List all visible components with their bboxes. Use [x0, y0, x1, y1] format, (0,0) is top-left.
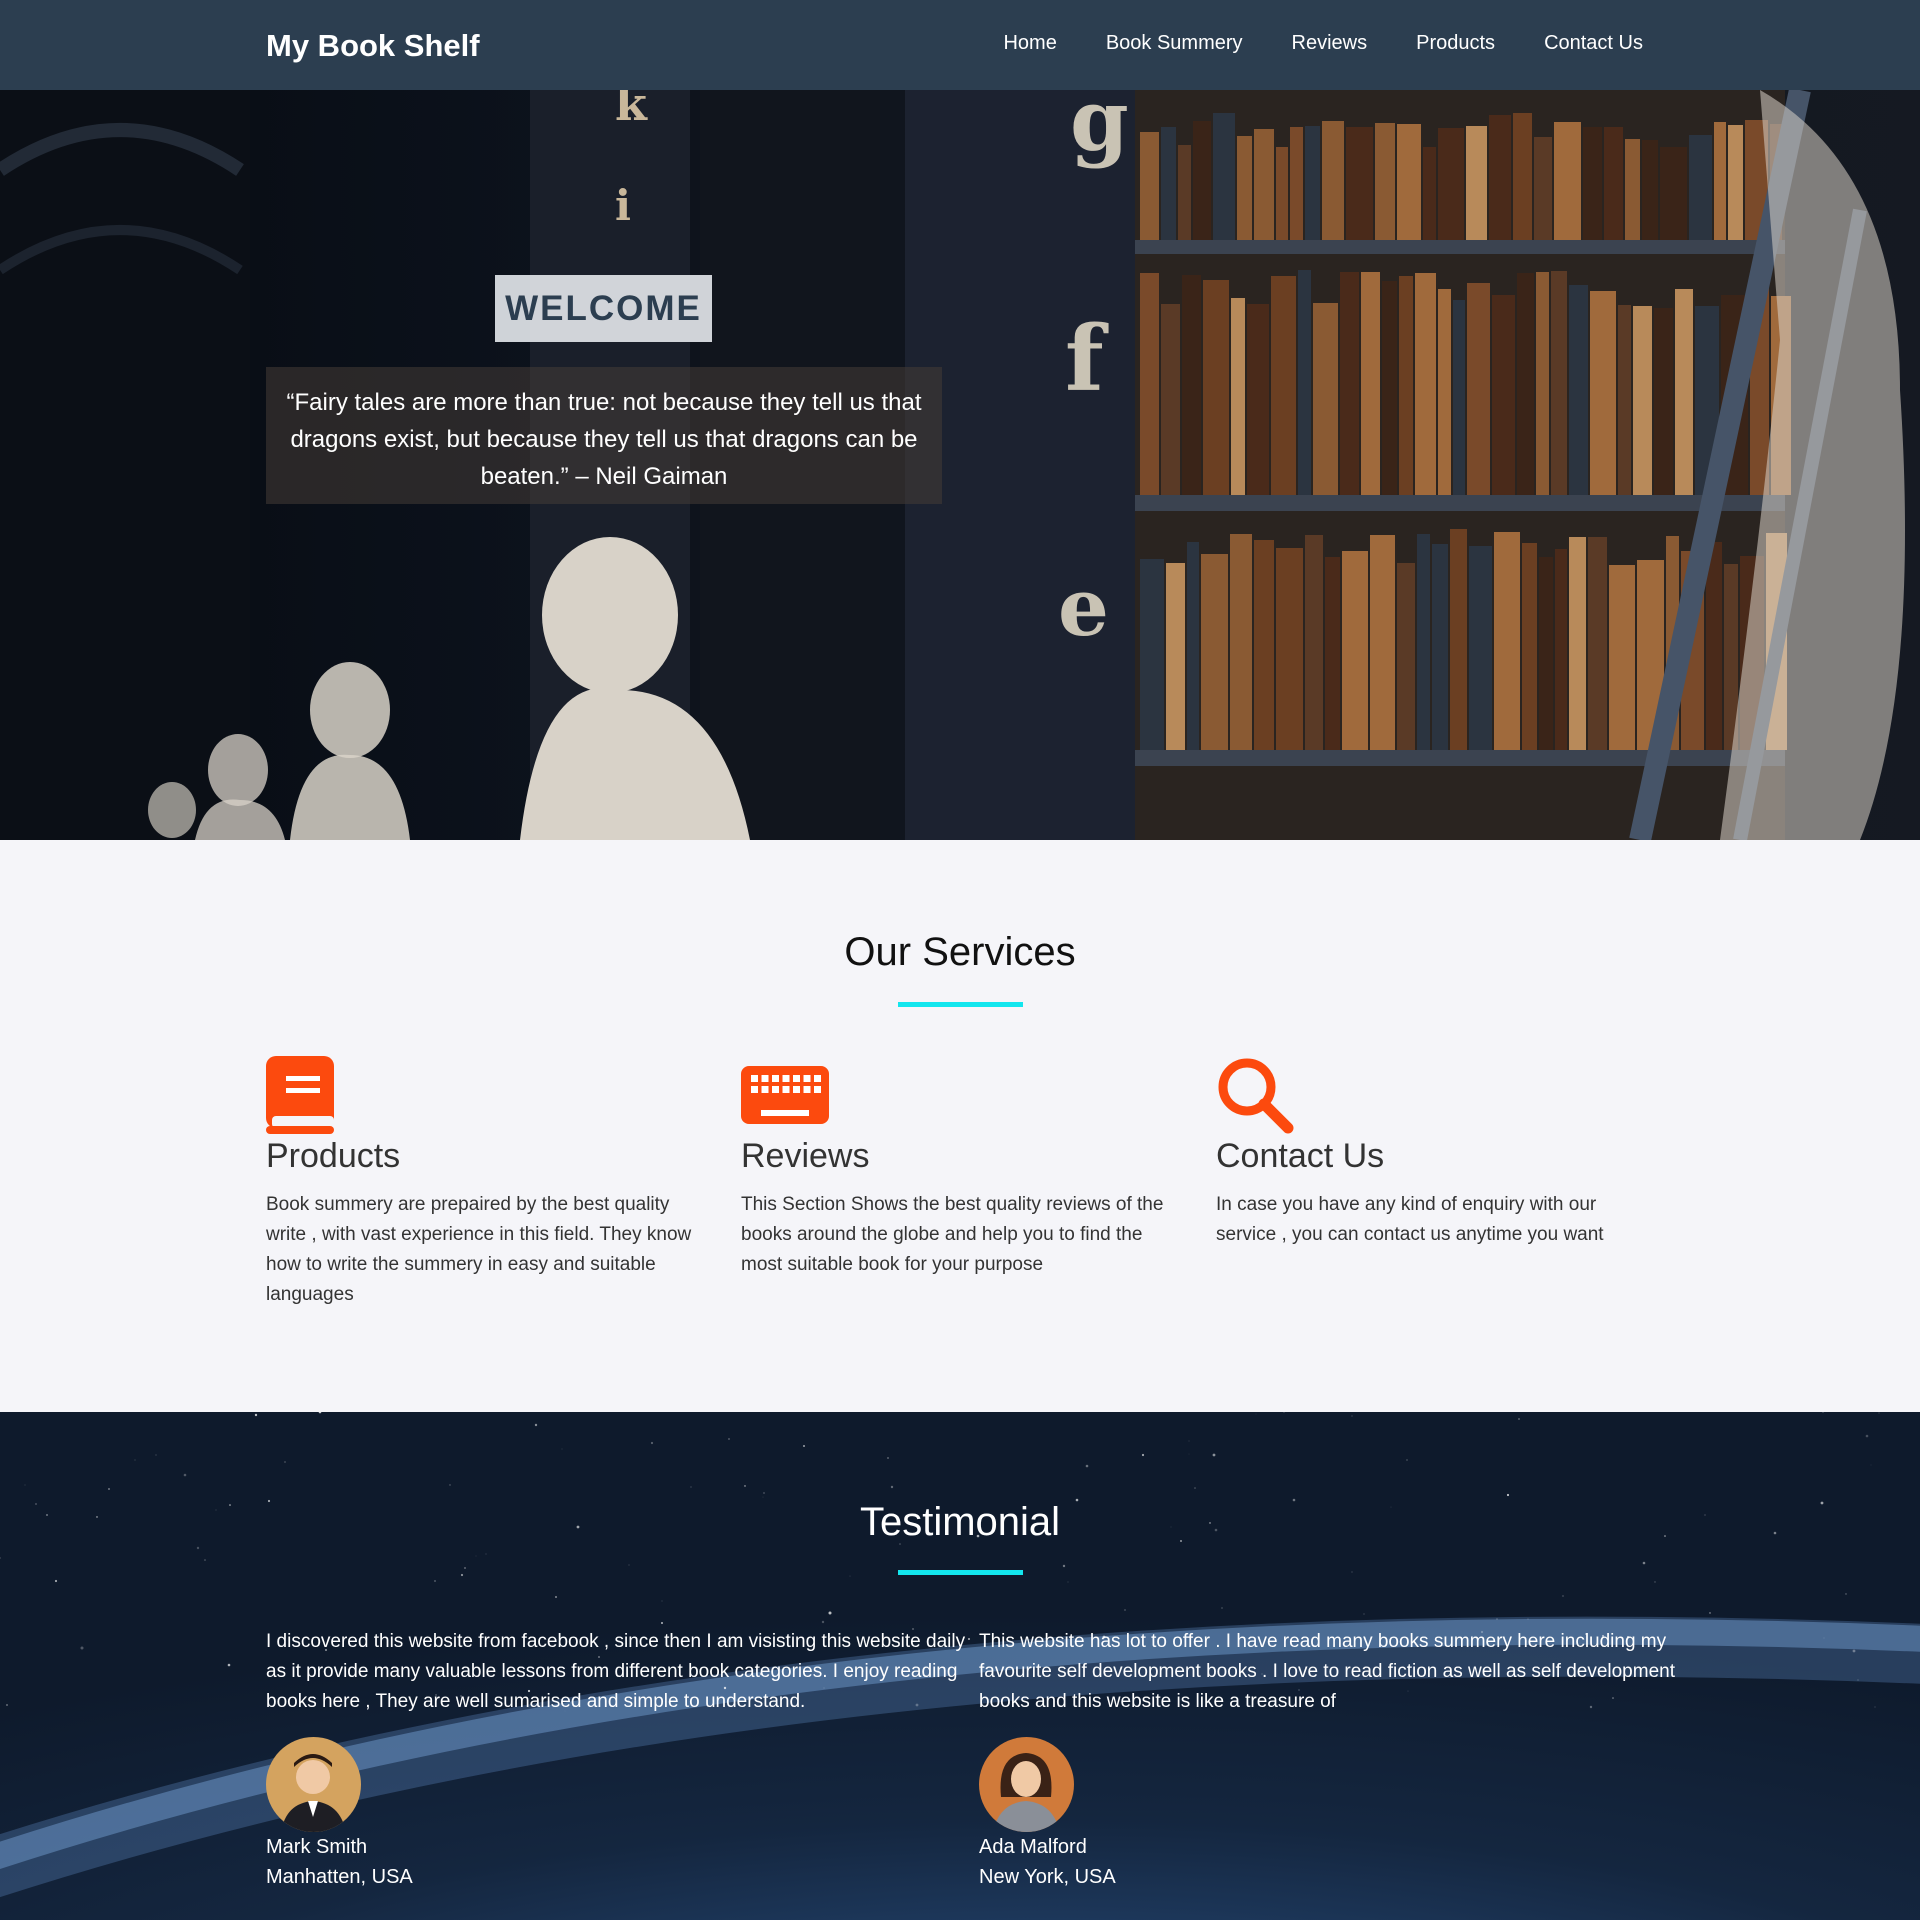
svg-text:k: k	[615, 90, 648, 131]
avatar	[266, 1737, 361, 1832]
nav-products[interactable]: Products	[1416, 32, 1495, 55]
hero-quote: “Fairy tales are more than true: not bec…	[286, 389, 922, 490]
nav-contact-us[interactable]: Contact Us	[1544, 32, 1643, 55]
service-reviews: Reviews This Section Shows the best qual…	[741, 1056, 1181, 1280]
navbar: My Book Shelf Home Book Summery Reviews …	[0, 0, 1920, 90]
search-icon	[1216, 1056, 1656, 1136]
avatar	[979, 1737, 1074, 1832]
nav-reviews[interactable]: Reviews	[1292, 32, 1368, 55]
service-products-title: Products	[266, 1137, 401, 1175]
nav-home[interactable]: Home	[1003, 32, 1056, 55]
testimonial-title: Testimonial	[859, 1500, 1061, 1544]
service-contact: Contact Us In case you have any kind of …	[1216, 1056, 1656, 1250]
service-contact-text: In case you have any kind of enquiry wit…	[1216, 1194, 1604, 1245]
svg-text:e: e	[1058, 560, 1109, 654]
testimonial-location: New York, USA	[979, 1866, 1116, 1888]
nav-links: Home Book Summery Reviews Products Conta…	[1003, 32, 1643, 55]
testimonial-section: Testimonial I discovered this website fr…	[0, 1412, 1920, 1920]
nav-book-summery[interactable]: Book Summery	[1106, 32, 1243, 55]
book-icon	[266, 1056, 706, 1136]
svg-text:g: g	[1070, 90, 1129, 170]
testimonial-title-underline	[898, 1570, 1023, 1575]
welcome-badge: WELCOME	[495, 275, 712, 342]
hero-section: k i g f e WELCOME “Fairy tales are more …	[0, 90, 1920, 840]
service-reviews-text: This Section Shows the best quality revi…	[741, 1194, 1164, 1275]
testimonial-card-1: I discovered this website from facebook …	[266, 1627, 966, 1892]
service-contact-title: Contact Us	[1216, 1137, 1385, 1175]
services-title-underline	[898, 1002, 1023, 1007]
testimonial-text: This website has lot to offer . I have r…	[979, 1631, 1675, 1712]
services-section: Our Services Products Book summery are p…	[0, 840, 1920, 1412]
testimonial-name: Mark Smith	[266, 1836, 368, 1858]
testimonial-name: Ada Malford	[979, 1836, 1087, 1858]
services-title: Our Services	[844, 930, 1076, 974]
service-products-text: Book summery are prepaired by the best q…	[266, 1194, 692, 1305]
service-reviews-title: Reviews	[741, 1137, 870, 1175]
testimonial-location: Manhatten, USA	[266, 1866, 413, 1888]
testimonial-card-2: This website has lot to offer . I have r…	[979, 1627, 1679, 1892]
service-products: Products Book summery are prepaired by t…	[266, 1056, 706, 1310]
hero-quote-box: “Fairy tales are more than true: not bec…	[266, 367, 942, 504]
brand-logo[interactable]: My Book Shelf	[266, 28, 480, 64]
svg-text:i: i	[615, 181, 631, 230]
svg-text:f: f	[1065, 306, 1109, 412]
keyboard-icon	[741, 1056, 1181, 1136]
testimonial-text: I discovered this website from facebook …	[266, 1631, 966, 1712]
